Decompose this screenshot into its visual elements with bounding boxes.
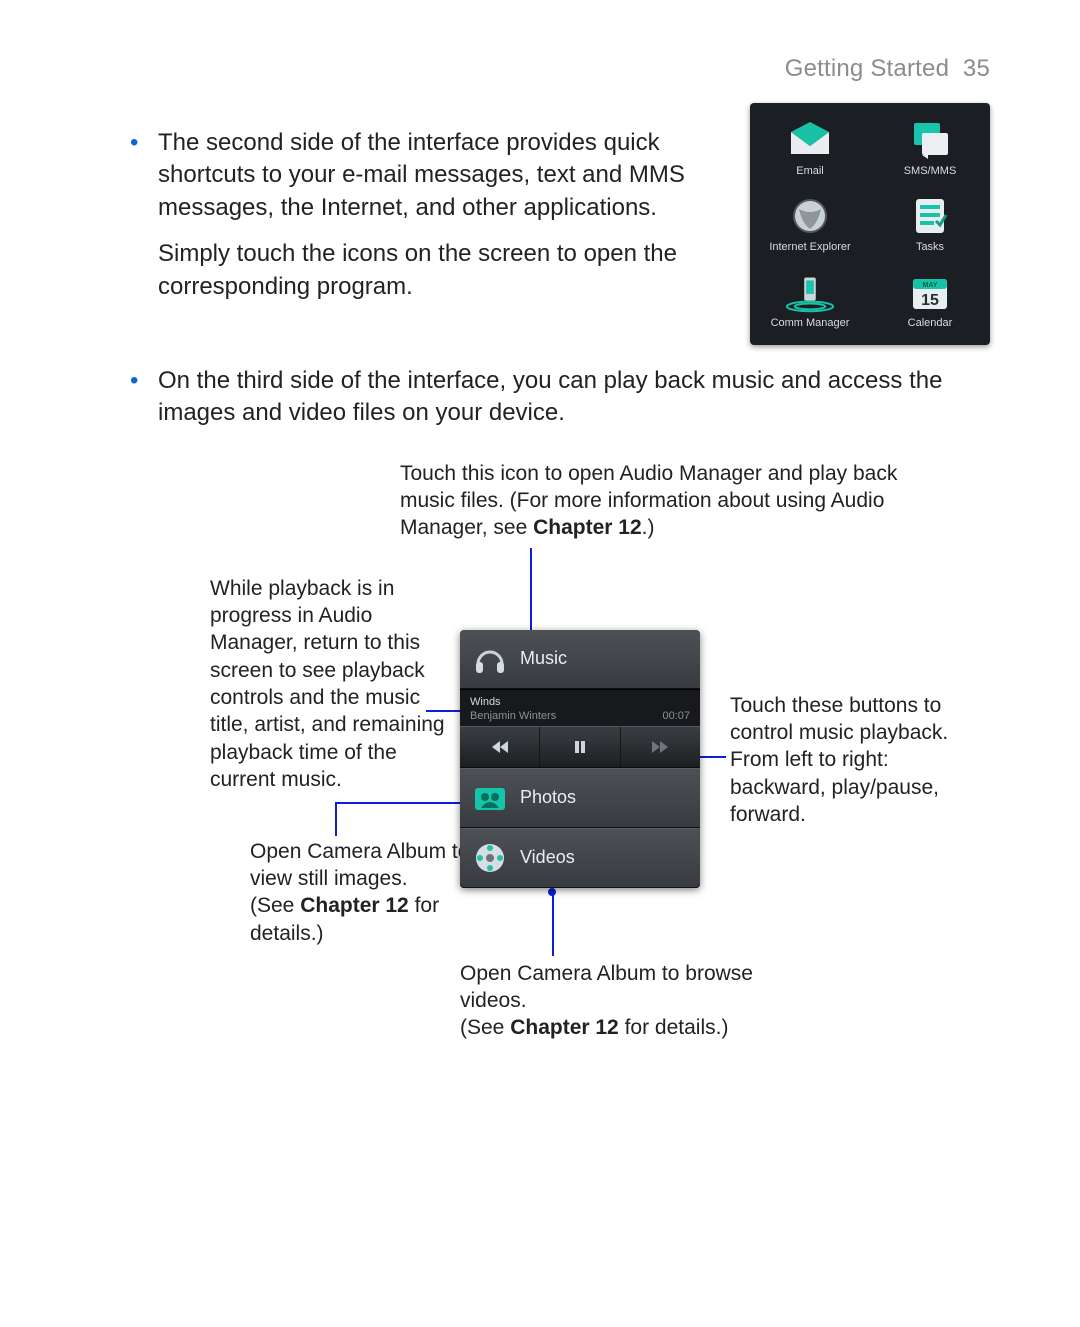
videos-row[interactable]: Videos xyxy=(460,828,700,888)
shortcut-tasks[interactable]: Tasks xyxy=(870,187,990,263)
videos-icon xyxy=(472,840,508,876)
callout-controls: Touch these buttons to control music pla… xyxy=(730,692,990,828)
page-number: 35 xyxy=(963,55,990,82)
bullet-1-sub: Simply touch the icons on the screen to … xyxy=(158,238,720,303)
rewind-button[interactable] xyxy=(460,727,540,767)
videos-label: Videos xyxy=(520,847,575,868)
track-title: Winds xyxy=(470,696,690,708)
forward-button[interactable] xyxy=(621,727,700,767)
globe-icon xyxy=(784,195,836,237)
track-time: 00:07 xyxy=(662,710,690,722)
section-title: Getting Started xyxy=(785,55,949,82)
bullet-1: The second side of the interface provide… xyxy=(130,127,720,303)
svg-text:MAY: MAY xyxy=(923,282,938,289)
photos-icon xyxy=(472,780,508,816)
callout-photos: Open Camera Album to view still images. … xyxy=(250,838,490,947)
sms-icon xyxy=(904,119,956,161)
email-icon xyxy=(784,119,836,161)
comm-manager-icon xyxy=(784,271,836,313)
track-artist: Benjamin Winters xyxy=(470,710,556,722)
shortcut-comm-manager[interactable]: Comm Manager xyxy=(750,263,870,339)
playback-controls xyxy=(460,726,700,768)
tasks-icon xyxy=(904,195,956,237)
svg-text:15: 15 xyxy=(921,292,939,309)
play-pause-button[interactable] xyxy=(540,727,620,767)
bullet-2-text: On the third side of the interface, you … xyxy=(158,367,942,426)
shortcut-email[interactable]: Email xyxy=(750,111,870,187)
media-diagram: Touch this icon to open Audio Manager an… xyxy=(90,460,990,1100)
photos-label: Photos xyxy=(520,787,576,808)
shortcut-sms[interactable]: SMS/MMS xyxy=(870,111,990,187)
callout-videos: Open Camera Album to browse videos. (See… xyxy=(460,960,780,1042)
now-playing: Winds Benjamin Winters 00:07 xyxy=(460,689,700,726)
shortcut-calendar[interactable]: MAY15 Calendar xyxy=(870,263,990,339)
callout-playback-info: While playback is in progress in Audio M… xyxy=(210,575,450,793)
shortcuts-screenshot: Email SMS/MMS Internet Explorer xyxy=(750,103,990,345)
headphones-icon xyxy=(472,641,508,677)
calendar-icon: MAY 15 xyxy=(904,271,956,313)
bullet-1-text: The second side of the interface provide… xyxy=(158,129,685,221)
music-label: Music xyxy=(520,648,567,669)
media-screenshot: Music Winds Benjamin Winters 00:07 xyxy=(460,630,700,888)
bullet-2: On the third side of the interface, you … xyxy=(130,365,990,430)
photos-row[interactable]: Photos xyxy=(460,768,700,828)
shortcut-ie[interactable]: Internet Explorer xyxy=(750,187,870,263)
page-header: Getting Started 35 xyxy=(90,55,990,83)
music-row[interactable]: Music xyxy=(460,630,700,689)
manual-page: Getting Started 35 The second side of th… xyxy=(0,0,1080,1327)
callout-audio-manager: Touch this icon to open Audio Manager an… xyxy=(400,460,900,542)
